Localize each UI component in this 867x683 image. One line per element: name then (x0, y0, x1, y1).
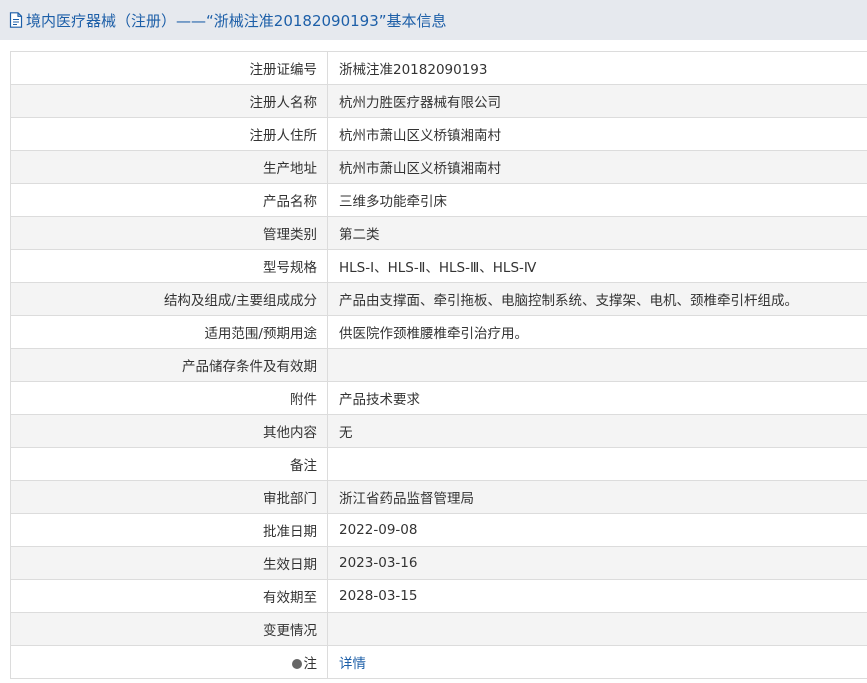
note-label: 注 (10, 645, 328, 679)
row-label: 有效期至 (10, 579, 328, 613)
row-label: 注册人名称 (10, 84, 328, 118)
row-value: 浙江省药品监督管理局 (327, 480, 867, 514)
page-header: 境内医疗器械（注册）——“浙械注准20182090193”基本信息 (0, 0, 867, 40)
row-label: 生产地址 (10, 150, 328, 184)
row-value (327, 447, 867, 481)
row-value: 2028-03-15 (327, 579, 867, 613)
row-value: 浙械注准20182090193 (327, 51, 867, 85)
table-row: 备注 (10, 447, 867, 481)
note-icon (291, 659, 302, 669)
row-label: 适用范围/预期用途 (10, 315, 328, 349)
table-row: 有效期至 2028-03-15 (10, 579, 867, 613)
table-row: 型号规格 HLS-Ⅰ、HLS-Ⅱ、HLS-Ⅲ、HLS-Ⅳ (10, 249, 867, 283)
row-label: 生效日期 (10, 546, 328, 580)
page: 境内医疗器械（注册）——“浙械注准20182090193”基本信息 注册证编号 … (0, 0, 867, 683)
table-row: 注册证编号 浙械注准20182090193 (10, 51, 867, 85)
row-label: 附件 (10, 381, 328, 415)
table-row: 批准日期 2022-09-08 (10, 513, 867, 547)
note-label-text: 注 (303, 656, 318, 672)
details-link[interactable]: 详情 (339, 656, 366, 672)
row-value (327, 348, 867, 382)
row-value: 三维多功能牵引床 (327, 183, 867, 217)
row-value (327, 612, 867, 646)
table-row: 生产地址 杭州市萧山区义桥镇湘南村 (10, 150, 867, 184)
row-value: 供医院作颈椎腰椎牵引治疗用。 (327, 315, 867, 349)
row-label: 变更情况 (10, 612, 328, 646)
row-value: 无 (327, 414, 867, 448)
row-value: 杭州力胜医疗器械有限公司 (327, 84, 867, 118)
row-label: 注册人住所 (10, 117, 328, 151)
row-value: 第二类 (327, 216, 867, 250)
table-row: 注册人名称 杭州力胜医疗器械有限公司 (10, 84, 867, 118)
row-label: 其他内容 (10, 414, 328, 448)
note-value: 详情 (327, 645, 867, 679)
info-table-container: 注册证编号 浙械注准20182090193 注册人名称 杭州力胜医疗器械有限公司… (10, 51, 867, 679)
table-row: 审批部门 浙江省药品监督管理局 (10, 480, 867, 514)
table-row: 注册人住所 杭州市萧山区义桥镇湘南村 (10, 117, 867, 151)
row-label: 注册证编号 (10, 51, 328, 85)
row-value: 2022-09-08 (327, 513, 867, 547)
row-label: 产品储存条件及有效期 (10, 348, 328, 382)
table-row: 产品储存条件及有效期 (10, 348, 867, 382)
row-value: 产品技术要求 (327, 381, 867, 415)
row-label: 管理类别 (10, 216, 328, 250)
table-row: 注 详情 (10, 645, 867, 679)
row-label: 备注 (10, 447, 328, 481)
row-value: HLS-Ⅰ、HLS-Ⅱ、HLS-Ⅲ、HLS-Ⅳ (327, 249, 867, 283)
table-row: 其他内容 无 (10, 414, 867, 448)
table-row: 结构及组成/主要组成成分 产品由支撑面、牵引拖板、电脑控制系统、支撑架、电机、颈… (10, 282, 867, 316)
table-row: 产品名称 三维多功能牵引床 (10, 183, 867, 217)
page-title: 境内医疗器械（注册）——“浙械注准20182090193”基本信息 (26, 11, 447, 30)
row-label: 审批部门 (10, 480, 328, 514)
row-label: 产品名称 (10, 183, 328, 217)
table-row: 适用范围/预期用途 供医院作颈椎腰椎牵引治疗用。 (10, 315, 867, 349)
info-table: 注册证编号 浙械注准20182090193 注册人名称 杭州力胜医疗器械有限公司… (10, 51, 867, 679)
table-row: 管理类别 第二类 (10, 216, 867, 250)
row-label: 批准日期 (10, 513, 328, 547)
document-icon (9, 11, 23, 28)
table-row: 变更情况 (10, 612, 867, 646)
row-label: 结构及组成/主要组成成分 (10, 282, 328, 316)
row-value: 杭州市萧山区义桥镇湘南村 (327, 150, 867, 184)
table-row: 附件 产品技术要求 (10, 381, 867, 415)
table-row: 生效日期 2023-03-16 (10, 546, 867, 580)
row-value: 2023-03-16 (327, 546, 867, 580)
row-value: 产品由支撑面、牵引拖板、电脑控制系统、支撑架、电机、颈椎牵引杆组成。 (327, 282, 867, 316)
row-value: 杭州市萧山区义桥镇湘南村 (327, 117, 867, 151)
row-label: 型号规格 (10, 249, 328, 283)
